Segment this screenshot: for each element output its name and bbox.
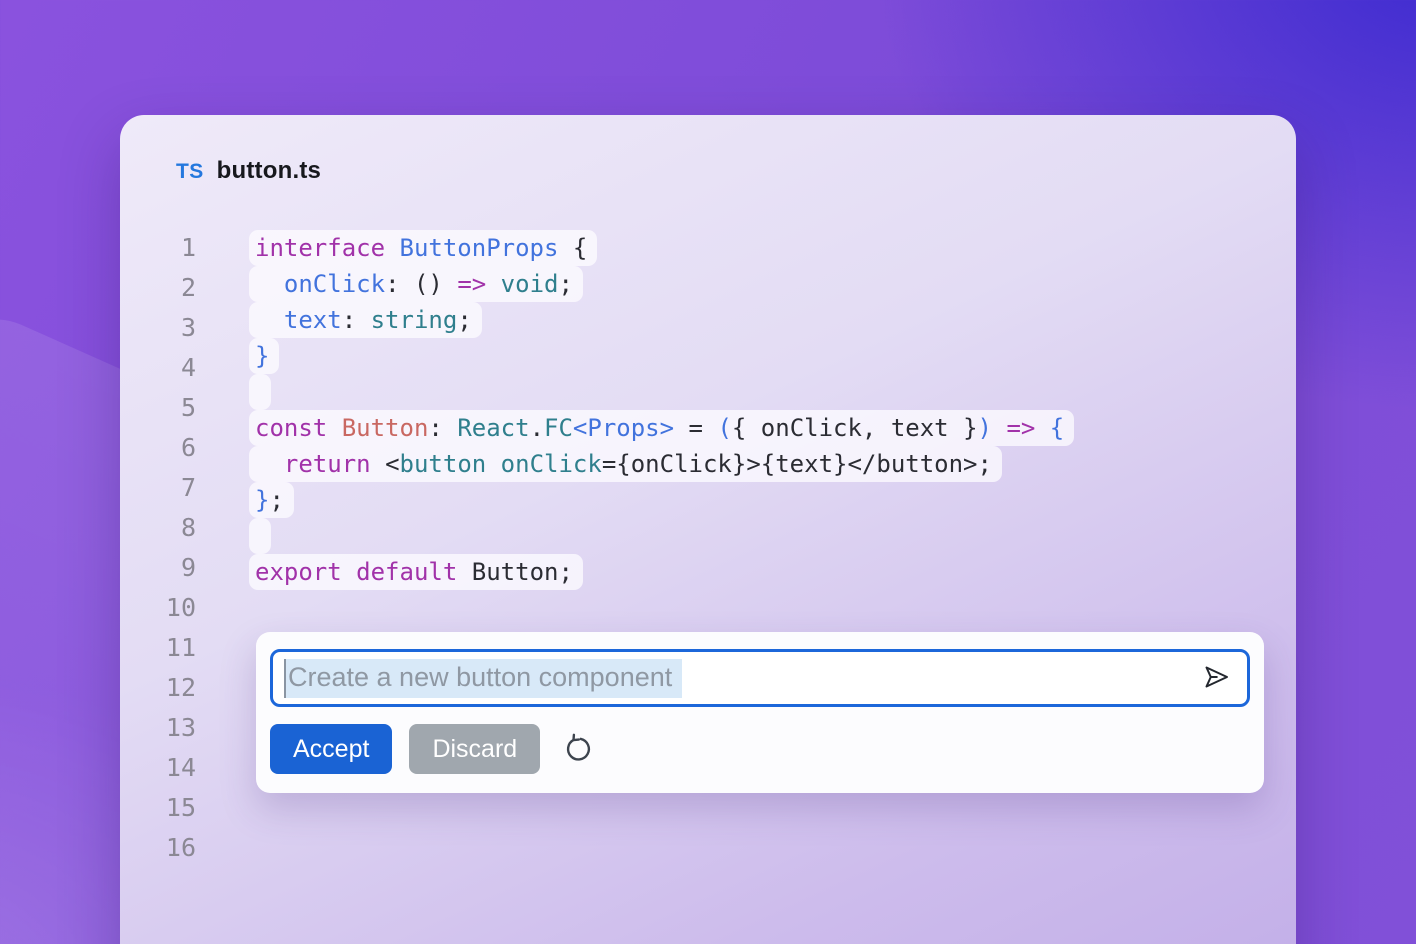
line-number: 9: [120, 548, 196, 588]
code-line: }: [255, 338, 1074, 374]
inline-ai-prompt-panel: Create a new button component Accept Dis…: [256, 632, 1264, 793]
line-number: 11: [120, 628, 196, 668]
accept-button[interactable]: Accept: [270, 724, 392, 774]
code-line: [255, 518, 1074, 554]
line-number: 3: [120, 308, 196, 348]
prompt-input-text: Create a new button component: [284, 659, 682, 698]
code-line: interface ButtonProps {: [255, 230, 1074, 266]
line-number: 13: [120, 708, 196, 748]
code-line: text: string;: [255, 302, 1074, 338]
editor-card: TS button.ts 12345678910111213141516 int…: [120, 115, 1296, 944]
paper-plane-send-icon: [1202, 662, 1232, 695]
prompt-actions: Accept Discard: [270, 724, 595, 774]
line-number: 2: [120, 268, 196, 308]
line-number-gutter: 12345678910111213141516: [120, 228, 196, 868]
code-line: export default Button;: [255, 554, 1074, 590]
file-header: TS button.ts: [176, 157, 321, 185]
line-number: 1: [120, 228, 196, 268]
line-number: 7: [120, 468, 196, 508]
line-number: 4: [120, 348, 196, 388]
code-editor-area[interactable]: interface ButtonProps { onClick: () => v…: [255, 230, 1074, 590]
line-number: 16: [120, 828, 196, 868]
line-number: 6: [120, 428, 196, 468]
line-number: 14: [120, 748, 196, 788]
line-number: 5: [120, 388, 196, 428]
line-number: 10: [120, 588, 196, 628]
discard-button[interactable]: Discard: [409, 724, 540, 774]
line-number: 12: [120, 668, 196, 708]
code-line: const Button: React.FC<Props> = ({ onCli…: [255, 410, 1074, 446]
prompt-input[interactable]: Create a new button component: [270, 649, 1250, 707]
refresh-icon: [563, 733, 593, 766]
send-button[interactable]: [1200, 661, 1234, 695]
code-line: return <button onClick={onClick}>{text}<…: [255, 446, 1074, 482]
code-line: onClick: () => void;: [255, 266, 1074, 302]
typescript-file-icon: TS: [176, 160, 204, 184]
code-line: };: [255, 482, 1074, 518]
retry-button[interactable]: [561, 732, 595, 766]
code-line: [255, 374, 1074, 410]
file-name: button.ts: [217, 157, 321, 185]
line-number: 8: [120, 508, 196, 548]
line-number: 15: [120, 788, 196, 828]
